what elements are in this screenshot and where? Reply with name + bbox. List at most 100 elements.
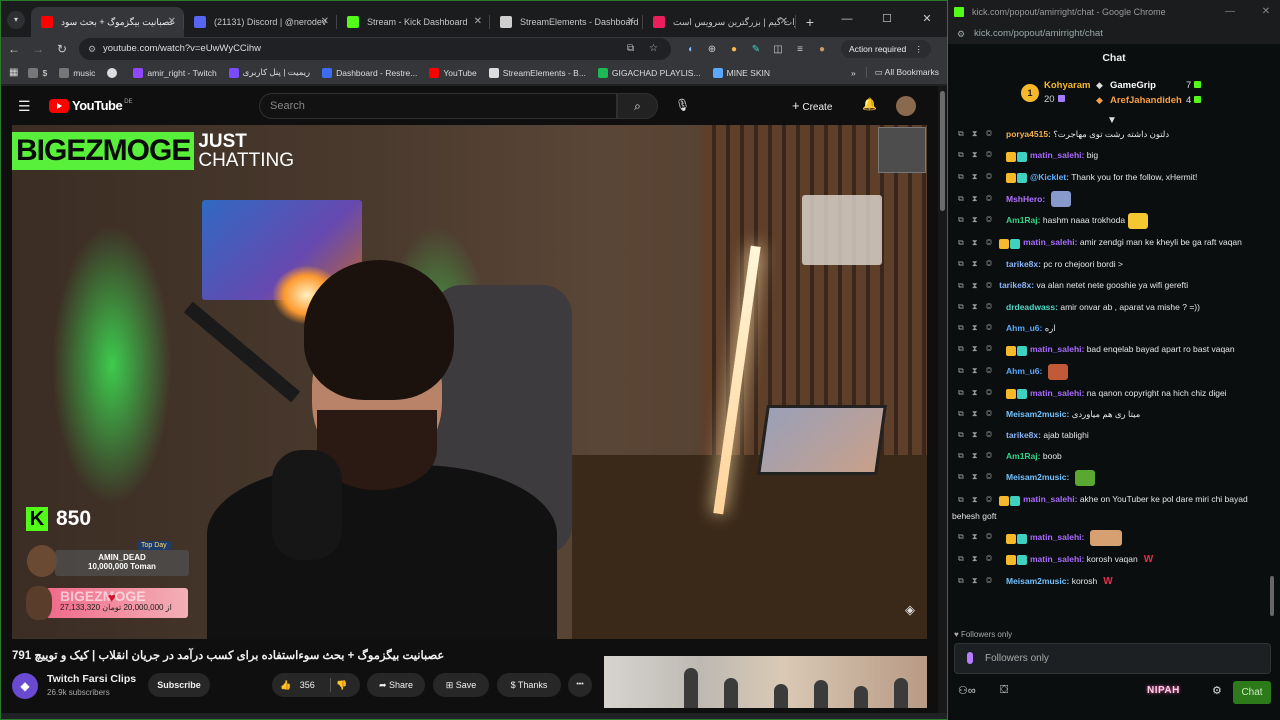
chat-username[interactable]: matin_salehi:: [1030, 344, 1084, 354]
bookmark-9[interactable]: MINE SKIN: [712, 67, 770, 78]
site-info-icon[interactable]: ⚙: [88, 38, 96, 60]
chat-message[interactable]: ⧉ ⧗ ◎ Ahm_u6: اره: [952, 320, 1266, 336]
chat-message[interactable]: ⧉ ⧗ ◎ matin_salehi: na qanon copyright na…: [952, 385, 1266, 402]
chat-message[interactable]: ⧉ ⧗ ◎ MshHero:: [952, 191, 1266, 208]
tab-4[interactable]: آپارات گیم | بزرگترین سرویس است ✕: [643, 7, 796, 37]
chat-username[interactable]: matin_salehi:: [1030, 388, 1084, 398]
chat-message[interactable]: ⧉ ⧗ ◎ Meisam2music:: [952, 469, 1266, 486]
bookmark-3[interactable]: amir_right - Twitch: [133, 67, 217, 78]
site-info-icon[interactable]: ⚙: [957, 24, 965, 44]
extension-badge-icon[interactable]: ●: [723, 44, 745, 55]
chat-message[interactable]: ⧉ ⧗ ◎ matin_salehi: akhe on YouTuber ke p…: [952, 491, 1266, 524]
chat-message[interactable]: ⧉ ⧗ ◎ matin_salehi: big: [952, 147, 1266, 164]
leader-3-name[interactable]: ArefJahandideh: [1110, 95, 1182, 106]
create-button[interactable]: + Create: [792, 98, 832, 113]
chat-username[interactable]: Meisam2music:: [1006, 409, 1069, 419]
bookmark-5[interactable]: Dashboard - Restre...: [322, 67, 417, 78]
save-button[interactable]: ⊞ Save: [433, 673, 489, 697]
chat-message[interactable]: ⧉ ⧗ ◎ tarike8x: ajab tablighi: [952, 427, 1266, 443]
kick-minimize-button[interactable]: —: [1216, 0, 1244, 24]
message-moderation-icons[interactable]: ⧉ ⧗ ◎: [958, 448, 1002, 464]
notifications-bell-icon[interactable]: 🔔: [862, 97, 877, 111]
chat-username[interactable]: matin_salehi:: [1030, 532, 1084, 542]
chat-scrollbar[interactable]: [1269, 126, 1275, 620]
minimize-button[interactable]: —: [827, 1, 867, 37]
channel-name[interactable]: Twitch Farsi Clips: [47, 673, 136, 685]
message-moderation-icons[interactable]: ⧉ ⧗ ◎: [958, 551, 1002, 567]
chat-message[interactable]: ⧉ ⧗ ◎ Meisam2music: korosh W: [952, 573, 1266, 590]
chat-username[interactable]: tarike8x:: [1006, 259, 1041, 269]
chat-username[interactable]: Meisam2music:: [1006, 576, 1069, 586]
address-bar[interactable]: ⚙ youtube.com/watch?v=eUwWyCCihw ⧉ ☆: [79, 38, 671, 60]
message-moderation-icons[interactable]: ⧉ ⧗ ◎: [958, 363, 1002, 379]
chat-message[interactable]: ⧉ ⧗ ◎ Ahm_u6:: [952, 363, 1266, 380]
chat-username[interactable]: @Kicklet:: [1030, 172, 1069, 182]
gift-box-icon[interactable]: ⛋: [1000, 684, 1008, 697]
bookmark-2[interactable]: [107, 67, 121, 78]
message-moderation-icons[interactable]: ⧉ ⧗ ◎: [958, 169, 1002, 185]
chat-scrollbar-thumb[interactable]: [1270, 576, 1274, 616]
thanks-button[interactable]: $ Thanks: [497, 673, 561, 697]
dislike-button[interactable]: 👎: [336, 673, 347, 697]
back-icon[interactable]: ←: [3, 42, 25, 56]
tab-close-icon[interactable]: ✕: [627, 7, 635, 37]
tab-2[interactable]: Stream - Kick Dashboard ✕: [337, 7, 490, 37]
extension-gamepad-icon[interactable]: ⊕: [701, 44, 723, 55]
youtube-logo[interactable]: YouTube DE: [49, 98, 133, 113]
search-button[interactable]: ⌕: [617, 93, 658, 119]
message-moderation-icons[interactable]: ⧉ ⧗ ◎: [958, 191, 1002, 207]
tab-3[interactable]: StreamElements - Dashboard ✕: [490, 7, 643, 37]
message-moderation-icons[interactable]: ⧉ ⧗ ◎: [958, 320, 1002, 336]
chat-username[interactable]: porya4515:: [1006, 129, 1051, 139]
chat-input[interactable]: Followers only: [954, 643, 1271, 674]
voice-search-mic-icon[interactable]: 🎙: [675, 98, 690, 112]
chat-message[interactable]: ⧉ ⧗ ◎ matin_salehi: bad enqelab bayad apa…: [952, 341, 1266, 358]
leader-2-name[interactable]: GameGrip: [1110, 80, 1156, 91]
more-actions-button[interactable]: •••: [568, 673, 592, 697]
all-bookmarks-folder[interactable]: ▭ All Bookmarks: [865, 67, 939, 78]
bookmark-star-icon[interactable]: ☆: [649, 38, 658, 60]
chat-username[interactable]: matin_salehi:: [1023, 494, 1077, 504]
close-window-button[interactable]: ✕: [907, 1, 947, 37]
video-player[interactable]: BIGEZMOGE JUST CHATTING K 850 Top Day AM…: [12, 125, 927, 639]
reading-list-icon[interactable]: ≡: [789, 44, 811, 55]
search-input[interactable]: Search: [259, 93, 617, 119]
scrollbar-thumb[interactable]: [940, 91, 945, 211]
message-moderation-icons[interactable]: ⧉ ⧗ ◎: [958, 212, 1002, 228]
message-moderation-icons[interactable]: ⧉ ⧗ ◎: [958, 406, 1002, 422]
chat-message[interactable]: ⧉ ⧗ ◎ Am1Raj: boob: [952, 448, 1266, 464]
chat-username[interactable]: tarike8x:: [1006, 430, 1041, 440]
message-moderation-icons[interactable]: ⧉ ⧗ ◎: [958, 427, 1002, 443]
message-moderation-icons[interactable]: ⧉ ⧗ ◎: [958, 341, 1002, 357]
message-moderation-icons[interactable]: ⧉ ⧗ ◎: [958, 256, 1002, 272]
chat-message[interactable]: ⧉ ⧗ ◎ drdeadwass: amir onvar ab , aparat …: [952, 299, 1266, 315]
chat-message[interactable]: ⧉ ⧗ ◎ matin_salehi:: [952, 529, 1266, 546]
bookmark-1[interactable]: music: [59, 67, 95, 78]
cast-icon[interactable]: ⧉: [627, 38, 634, 60]
chat-message[interactable]: ⧉ ⧗ ◎ tarike8x: pc ro chejoori bordi >: [952, 256, 1266, 272]
apps-grid-icon[interactable]: ▦: [9, 67, 18, 78]
reload-icon[interactable]: ↻: [51, 42, 73, 56]
new-tab-button[interactable]: +: [796, 7, 824, 37]
extension-translate-icon[interactable]: ✎: [745, 44, 767, 55]
bookmarks-overflow-icon[interactable]: »: [851, 68, 856, 78]
extensions-puzzle-icon[interactable]: ◫: [767, 44, 789, 55]
chat-username[interactable]: MshHero:: [1006, 194, 1045, 204]
maximize-button[interactable]: ☐: [867, 1, 907, 37]
forward-icon[interactable]: →: [27, 42, 49, 56]
message-moderation-icons[interactable]: ⧉ ⧗ ◎: [958, 147, 1002, 163]
tab-close-icon[interactable]: ✕: [168, 7, 176, 37]
chat-username[interactable]: matin_salehi:: [1023, 237, 1077, 247]
chat-username[interactable]: tarike8x:: [999, 280, 1034, 290]
bookmark-0[interactable]: $: [28, 67, 47, 78]
kick-close-button[interactable]: ✕: [1252, 0, 1280, 24]
message-moderation-icons[interactable]: ⧉ ⧗ ◎: [958, 385, 1002, 401]
chat-message[interactable]: ⧉ ⧗ ◎ Meisam2music: میتا ری هم میاوردی: [952, 406, 1266, 422]
chat-message[interactable]: ⧉ ⧗ ◎ Am1Raj: hashm naaa trokhoda: [952, 212, 1266, 229]
tab-0[interactable]: عصبانیت بیگزموگ + بحث سود ✕: [31, 7, 184, 37]
hamburger-menu-icon[interactable]: ☰: [18, 98, 31, 115]
tab-close-icon[interactable]: ✕: [321, 7, 329, 37]
channel-avatar[interactable]: ◆: [12, 673, 38, 699]
tab-close-icon[interactable]: ✕: [780, 7, 788, 37]
page-scrollbar[interactable]: [938, 86, 947, 713]
